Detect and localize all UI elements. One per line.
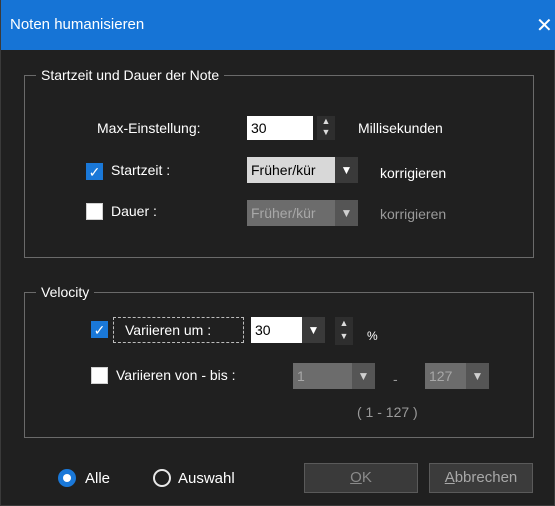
variieren-um-label[interactable]: Variieren um :: [125, 321, 211, 339]
dauer-action-label: korrigieren: [380, 206, 447, 222]
variieren-von-bis-label[interactable]: Variieren von - bis :: [116, 366, 236, 384]
chevron-down-icon[interactable]: ▼: [302, 317, 325, 343]
velocity-to-value: 127: [429, 368, 453, 384]
window-title: Noten humanisieren: [10, 16, 145, 33]
startzeit-combo-value: Früher/kür: [251, 162, 316, 178]
cancel-rest: bbrechen: [454, 469, 518, 486]
cancel-mnemonic: A: [444, 469, 455, 486]
group-velocity-label: Velocity: [36, 283, 95, 301]
max-setting-input[interactable]: 30: [247, 116, 313, 140]
startzeit-label[interactable]: Startzeit :: [111, 161, 170, 179]
chevron-down-icon[interactable]: ▼: [352, 363, 375, 389]
dauer-combo-value: Früher/kür: [251, 205, 316, 221]
variieren-um-spinner[interactable]: ▲ ▼: [335, 317, 353, 345]
range-hint: ( 1 - 127 ): [357, 404, 418, 420]
max-setting-label: Max-Einstellung:: [97, 120, 201, 136]
radio-auswahl[interactable]: [153, 469, 171, 487]
velocity-from-combo[interactable]: 1 ▼: [293, 363, 375, 389]
group-timing-label: Startzeit und Dauer der Note: [36, 66, 225, 84]
close-icon[interactable]: ✕: [536, 11, 555, 41]
percent-unit: %: [367, 329, 378, 343]
ok-button[interactable]: OK: [304, 463, 418, 493]
radio-auswahl-label[interactable]: Auswahl: [178, 470, 235, 488]
ok-mnemonic: O: [350, 469, 362, 486]
max-setting-spinner[interactable]: ▲ ▼: [317, 116, 335, 140]
velocity-to-combo[interactable]: 127 ▼: [425, 363, 489, 389]
checkmark-icon: ✓: [88, 164, 101, 180]
max-setting-unit: Millisekunden: [358, 120, 443, 136]
radio-alle[interactable]: [58, 469, 76, 487]
chevron-down-icon[interactable]: ▼: [466, 363, 489, 389]
variieren-um-checkbox[interactable]: ✓: [91, 321, 108, 338]
dauer-checkbox[interactable]: [86, 203, 103, 220]
spin-up-icon[interactable]: ▲: [335, 317, 353, 330]
chevron-down-icon[interactable]: ▼: [335, 200, 358, 226]
ok-rest: K: [361, 469, 372, 486]
spin-down-icon[interactable]: ▼: [335, 330, 353, 343]
variieren-um-combo[interactable]: 30 ▼: [251, 317, 325, 343]
radio-alle-label[interactable]: Alle: [85, 470, 110, 488]
humanize-dialog: Noten humanisieren ✕ Startzeit und Dauer…: [0, 0, 555, 506]
startzeit-action-label: korrigieren: [380, 165, 447, 181]
startzeit-checkbox[interactable]: ✓: [86, 163, 103, 180]
variieren-von-bis-checkbox[interactable]: [91, 367, 108, 384]
dauer-label[interactable]: Dauer :: [111, 202, 157, 220]
spin-up-icon[interactable]: ▲: [317, 116, 335, 127]
dauer-combo[interactable]: Früher/kür ▼: [247, 200, 358, 226]
variieren-um-value: 30: [255, 322, 271, 338]
spin-down-icon[interactable]: ▼: [317, 127, 335, 138]
cancel-button[interactable]: Abbrechen: [429, 463, 533, 493]
range-separator: -: [393, 371, 398, 387]
chevron-down-icon[interactable]: ▼: [335, 157, 358, 183]
title-bar: Noten humanisieren ✕: [1, 0, 555, 50]
startzeit-combo[interactable]: Früher/kür ▼: [247, 157, 358, 183]
checkmark-icon: ✓: [93, 322, 106, 338]
velocity-from-value: 1: [297, 368, 305, 384]
